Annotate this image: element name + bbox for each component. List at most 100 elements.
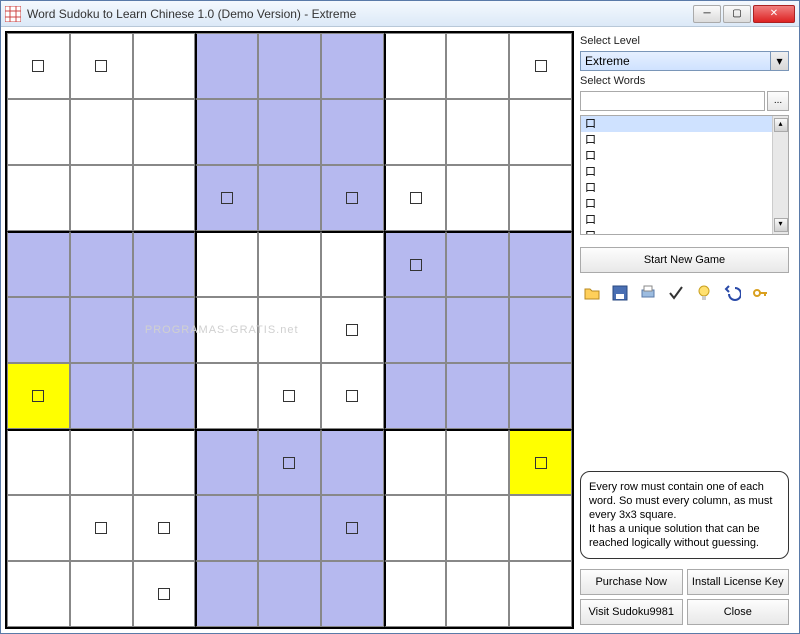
scroll-down-icon[interactable]: ▾ (774, 218, 788, 232)
grid-cell[interactable] (195, 495, 258, 561)
list-item[interactable]: 口 (581, 116, 788, 132)
hint-icon[interactable] (694, 283, 714, 303)
grid-cell[interactable] (384, 99, 447, 165)
list-item[interactable]: 口 (581, 228, 788, 235)
grid-cell[interactable] (446, 33, 509, 99)
list-item[interactable]: 口 (581, 212, 788, 228)
grid-cell[interactable] (446, 495, 509, 561)
grid-cell[interactable] (446, 363, 509, 429)
grid-cell[interactable] (70, 363, 133, 429)
grid-cell[interactable] (70, 231, 133, 297)
grid-cell[interactable] (321, 165, 384, 231)
grid-cell[interactable] (258, 561, 321, 627)
install-license-button[interactable]: Install License Key (687, 569, 790, 595)
grid-cell[interactable] (384, 33, 447, 99)
grid-cell[interactable] (133, 231, 196, 297)
grid-cell[interactable] (133, 495, 196, 561)
grid-cell[interactable] (384, 363, 447, 429)
level-select[interactable]: Extreme ▾ (580, 51, 789, 71)
grid-cell[interactable] (509, 231, 572, 297)
list-item[interactable]: 口 (581, 132, 788, 148)
grid-cell[interactable] (133, 363, 196, 429)
grid-cell[interactable] (7, 561, 70, 627)
grid-cell[interactable] (446, 99, 509, 165)
grid-cell[interactable] (384, 429, 447, 495)
grid-cell[interactable] (509, 561, 572, 627)
grid-cell[interactable] (258, 165, 321, 231)
grid-cell[interactable] (509, 429, 572, 495)
grid-cell[interactable] (446, 231, 509, 297)
grid-cell[interactable] (195, 99, 258, 165)
grid-cell[interactable] (195, 363, 258, 429)
grid-cell[interactable] (384, 165, 447, 231)
grid-cell[interactable] (258, 33, 321, 99)
grid-cell[interactable] (446, 165, 509, 231)
save-icon[interactable] (610, 283, 630, 303)
grid-cell[interactable] (509, 99, 572, 165)
grid-cell[interactable] (70, 165, 133, 231)
key-icon[interactable] (750, 283, 770, 303)
list-item[interactable]: 口 (581, 148, 788, 164)
grid-cell[interactable] (7, 495, 70, 561)
grid-cell[interactable] (7, 429, 70, 495)
grid-cell[interactable] (384, 231, 447, 297)
grid-cell[interactable] (258, 297, 321, 363)
grid-cell[interactable] (133, 561, 196, 627)
grid-cell[interactable] (133, 429, 196, 495)
grid-cell[interactable] (321, 363, 384, 429)
grid-cell[interactable] (7, 363, 70, 429)
grid-cell[interactable] (7, 231, 70, 297)
grid-cell[interactable] (321, 495, 384, 561)
grid-cell[interactable] (321, 561, 384, 627)
print-icon[interactable] (638, 283, 658, 303)
grid-cell[interactable] (321, 99, 384, 165)
list-item[interactable]: 口 (581, 164, 788, 180)
grid-cell[interactable] (258, 495, 321, 561)
word-list[interactable]: 口口口口口口口口 ▴ ▾ (580, 115, 789, 235)
grid-cell[interactable] (7, 33, 70, 99)
grid-cell[interactable] (321, 231, 384, 297)
grid-cell[interactable] (195, 165, 258, 231)
grid-cell[interactable] (446, 429, 509, 495)
grid-cell[interactable] (446, 561, 509, 627)
grid-cell[interactable] (133, 33, 196, 99)
grid-cell[interactable] (195, 231, 258, 297)
visit-button[interactable]: Visit Sudoku9981 (580, 599, 683, 625)
grid-cell[interactable] (133, 165, 196, 231)
purchase-button[interactable]: Purchase Now (580, 569, 683, 595)
grid-cell[interactable] (133, 99, 196, 165)
grid-cell[interactable] (446, 297, 509, 363)
grid-cell[interactable] (509, 495, 572, 561)
grid-cell[interactable] (7, 99, 70, 165)
grid-cell[interactable] (70, 429, 133, 495)
grid-cell[interactable] (258, 231, 321, 297)
grid-cell[interactable] (195, 33, 258, 99)
scroll-up-icon[interactable]: ▴ (774, 118, 788, 132)
grid-cell[interactable] (70, 33, 133, 99)
close-app-button[interactable]: Close (687, 599, 790, 625)
undo-icon[interactable] (722, 283, 742, 303)
grid-cell[interactable] (509, 165, 572, 231)
grid-cell[interactable] (258, 429, 321, 495)
grid-cell[interactable] (133, 297, 196, 363)
grid-cell[interactable] (509, 33, 572, 99)
grid-cell[interactable] (384, 495, 447, 561)
sudoku-grid[interactable]: PROGRAMAS-GRATIS.net (5, 31, 574, 629)
open-icon[interactable] (582, 283, 602, 303)
grid-cell[interactable] (321, 33, 384, 99)
grid-cell[interactable] (509, 363, 572, 429)
grid-cell[interactable] (384, 297, 447, 363)
close-button[interactable]: ✕ (753, 5, 795, 23)
grid-cell[interactable] (195, 297, 258, 363)
minimize-button[interactable]: ─ (693, 5, 721, 23)
grid-cell[interactable] (384, 561, 447, 627)
grid-cell[interactable] (7, 165, 70, 231)
list-item[interactable]: 口 (581, 180, 788, 196)
words-input[interactable] (580, 91, 765, 111)
grid-cell[interactable] (70, 561, 133, 627)
list-item[interactable]: 口 (581, 196, 788, 212)
grid-cell[interactable] (70, 99, 133, 165)
grid-cell[interactable] (70, 495, 133, 561)
grid-cell[interactable] (7, 297, 70, 363)
grid-cell[interactable] (321, 429, 384, 495)
